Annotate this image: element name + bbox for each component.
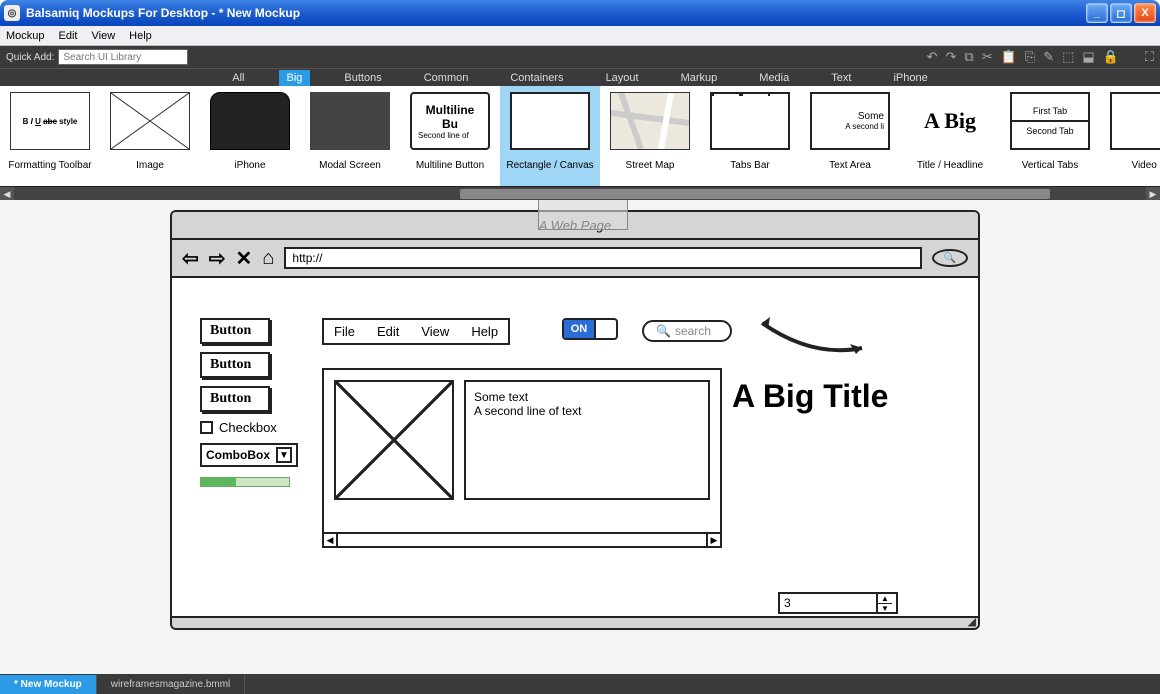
lib-rectangle-canvas[interactable]: Rectangle / Canvas — [500, 86, 600, 186]
mockup-h-scrollbar[interactable]: ◀ ▶ — [324, 532, 720, 546]
tab-new-mockup[interactable]: * New Mockup — [0, 675, 97, 694]
cat-iphone[interactable]: iPhone — [885, 70, 935, 86]
group-icon[interactable]: ⬚ — [1062, 49, 1074, 65]
search-icon: 🔍 — [656, 324, 671, 338]
window-titlebar: ◎ Balsamiq Mockups For Desktop - * New M… — [0, 0, 1160, 26]
cat-common[interactable]: Common — [416, 70, 477, 86]
lib-formatting-toolbar[interactable]: B I U abc style Formatting Toolbar — [0, 86, 100, 186]
resize-grip-icon[interactable]: ◢ — [968, 615, 976, 628]
redo-icon[interactable]: ↷ — [946, 49, 957, 65]
mockup-image-placeholder[interactable] — [334, 380, 454, 500]
cat-layout[interactable]: Layout — [598, 70, 647, 86]
mockup-browser-window[interactable]: A Web Page ⇦ ⇨ ✕ ⌂ http:// 🔍 Button Butt… — [170, 210, 980, 630]
category-strip: All Big Buttons Common Containers Layout… — [0, 68, 1160, 86]
cut-icon[interactable]: ✂ — [982, 49, 993, 65]
mockup-button-1[interactable]: Button — [200, 318, 270, 344]
back-icon[interactable]: ⇦ — [182, 246, 199, 271]
mockup-progress-bar[interactable] — [200, 477, 290, 487]
browser-toolbar: ⇦ ⇨ ✕ ⌂ http:// 🔍 — [172, 240, 978, 278]
cat-big[interactable]: Big — [279, 70, 311, 86]
copy-icon[interactable]: ⧉ — [964, 49, 973, 65]
lib-tabs-bar[interactable]: OneTwo Tabs Bar — [700, 86, 800, 186]
menu-help[interactable]: Help — [129, 30, 152, 42]
drag-ghost-rectangle[interactable] — [538, 200, 628, 230]
undo-icon[interactable]: ↶ — [927, 49, 938, 65]
mockup-checkbox[interactable]: Checkbox — [200, 420, 298, 435]
cat-text[interactable]: Text — [823, 70, 859, 86]
library-scrollbar[interactable]: ◀ ▶ — [0, 186, 1160, 200]
paste-icon[interactable]: 📋 — [1001, 49, 1017, 65]
menu-view[interactable]: View — [92, 30, 116, 42]
mockup-button-2[interactable]: Button — [200, 352, 270, 378]
window-title: Balsamiq Mockups For Desktop - * New Moc… — [26, 6, 300, 20]
mockup-textarea[interactable]: Some text A second line of text — [464, 380, 710, 500]
mockup-toggle[interactable]: ON — [562, 318, 618, 340]
canvas[interactable]: A Web Page ⇦ ⇨ ✕ ⌂ http:// 🔍 Button Butt… — [0, 200, 1160, 674]
quickadd-label: Quick Add: — [6, 52, 54, 63]
duplicate-icon[interactable]: ⎘ — [1025, 49, 1035, 65]
lib-title-headline[interactable]: A Big Title / Headline — [900, 86, 1000, 186]
mockup-big-title[interactable]: A Big Title — [732, 378, 888, 415]
mockup-combobox[interactable]: ComboBox▼ — [200, 443, 298, 467]
lock-icon[interactable]: 🔒 — [1103, 49, 1119, 65]
lib-text-area[interactable]: SomeA second li Text Area — [800, 86, 900, 186]
app-menubar: Mockup Edit View Help — [0, 26, 1160, 46]
left-column: Button Button Button Checkbox ComboBox▼ — [200, 318, 298, 487]
arrow-annotation-icon[interactable] — [752, 308, 872, 368]
scroll-left-icon[interactable]: ◀ — [324, 534, 338, 546]
scroll-right-icon[interactable]: ▶ — [706, 534, 720, 546]
chevron-down-icon: ▼ — [276, 447, 292, 463]
mockup-button-3[interactable]: Button — [200, 386, 270, 412]
fullscreen-icon[interactable]: ⛶ — [1145, 49, 1154, 65]
lib-video-player[interactable]: Video Pl — [1100, 86, 1160, 186]
cat-containers[interactable]: Containers — [502, 70, 571, 86]
lib-street-map[interactable]: Street Map — [600, 86, 700, 186]
url-bar[interactable]: http:// — [284, 247, 922, 269]
toolbar: Quick Add: ↶ ↷ ⧉ ✂ 📋 ⎘ ✎ ⬚ ⬓ 🔒 ⛶ — [0, 46, 1160, 68]
home-icon[interactable]: ⌂ — [262, 247, 274, 270]
ungroup-icon[interactable]: ⬓ — [1082, 49, 1094, 65]
menu-mockup[interactable]: Mockup — [6, 30, 45, 42]
cat-markup[interactable]: Markup — [673, 70, 726, 86]
cat-all[interactable]: All — [224, 70, 252, 86]
menu-edit[interactable]: Edit — [59, 30, 78, 42]
step-up-icon[interactable]: ▲ — [878, 594, 892, 604]
search-oval-icon[interactable]: 🔍 — [932, 249, 968, 267]
scroll-left-icon[interactable]: ◀ — [0, 187, 14, 201]
document-tabs: * New Mockup wireframesmagazine.bmml — [0, 674, 1160, 694]
mockup-menubar[interactable]: File Edit View Help — [322, 318, 510, 345]
cat-media[interactable]: Media — [751, 70, 797, 86]
forward-icon[interactable]: ⇨ — [209, 246, 226, 271]
edit-icon[interactable]: ✎ — [1043, 49, 1054, 65]
mockup-scroll-container[interactable]: Some text A second line of text ◀ ▶ — [322, 368, 722, 548]
step-down-icon[interactable]: ▼ — [878, 604, 892, 613]
lib-modal-screen[interactable]: Modal Screen — [300, 86, 400, 186]
minimize-button[interactable]: _ — [1086, 3, 1108, 23]
tab-wireframes-magazine[interactable]: wireframesmagazine.bmml — [97, 675, 245, 694]
lib-iphone[interactable]: iPhone — [200, 86, 300, 186]
scroll-thumb[interactable] — [460, 189, 1050, 199]
close-button[interactable]: X — [1134, 3, 1156, 23]
lib-vertical-tabs[interactable]: First TabSecond Tab Vertical Tabs — [1000, 86, 1100, 186]
app-icon: ◎ — [4, 5, 20, 21]
ui-library: B I U abc style Formatting Toolbar Image… — [0, 86, 1160, 186]
lib-image[interactable]: Image — [100, 86, 200, 186]
lib-multiline-button[interactable]: Multiline BuSecond line of Multiline But… — [400, 86, 500, 186]
maximize-button[interactable]: ◻ — [1110, 3, 1132, 23]
mockup-search-field[interactable]: 🔍 search — [642, 320, 732, 342]
mockup-numeric-stepper[interactable]: 3 ▲▼ — [778, 592, 898, 614]
quickadd-input[interactable] — [58, 49, 188, 65]
scroll-right-icon[interactable]: ▶ — [1146, 187, 1160, 201]
stop-icon[interactable]: ✕ — [236, 246, 253, 271]
browser-statusbar: ◢ — [172, 616, 978, 628]
cat-buttons[interactable]: Buttons — [336, 70, 389, 86]
